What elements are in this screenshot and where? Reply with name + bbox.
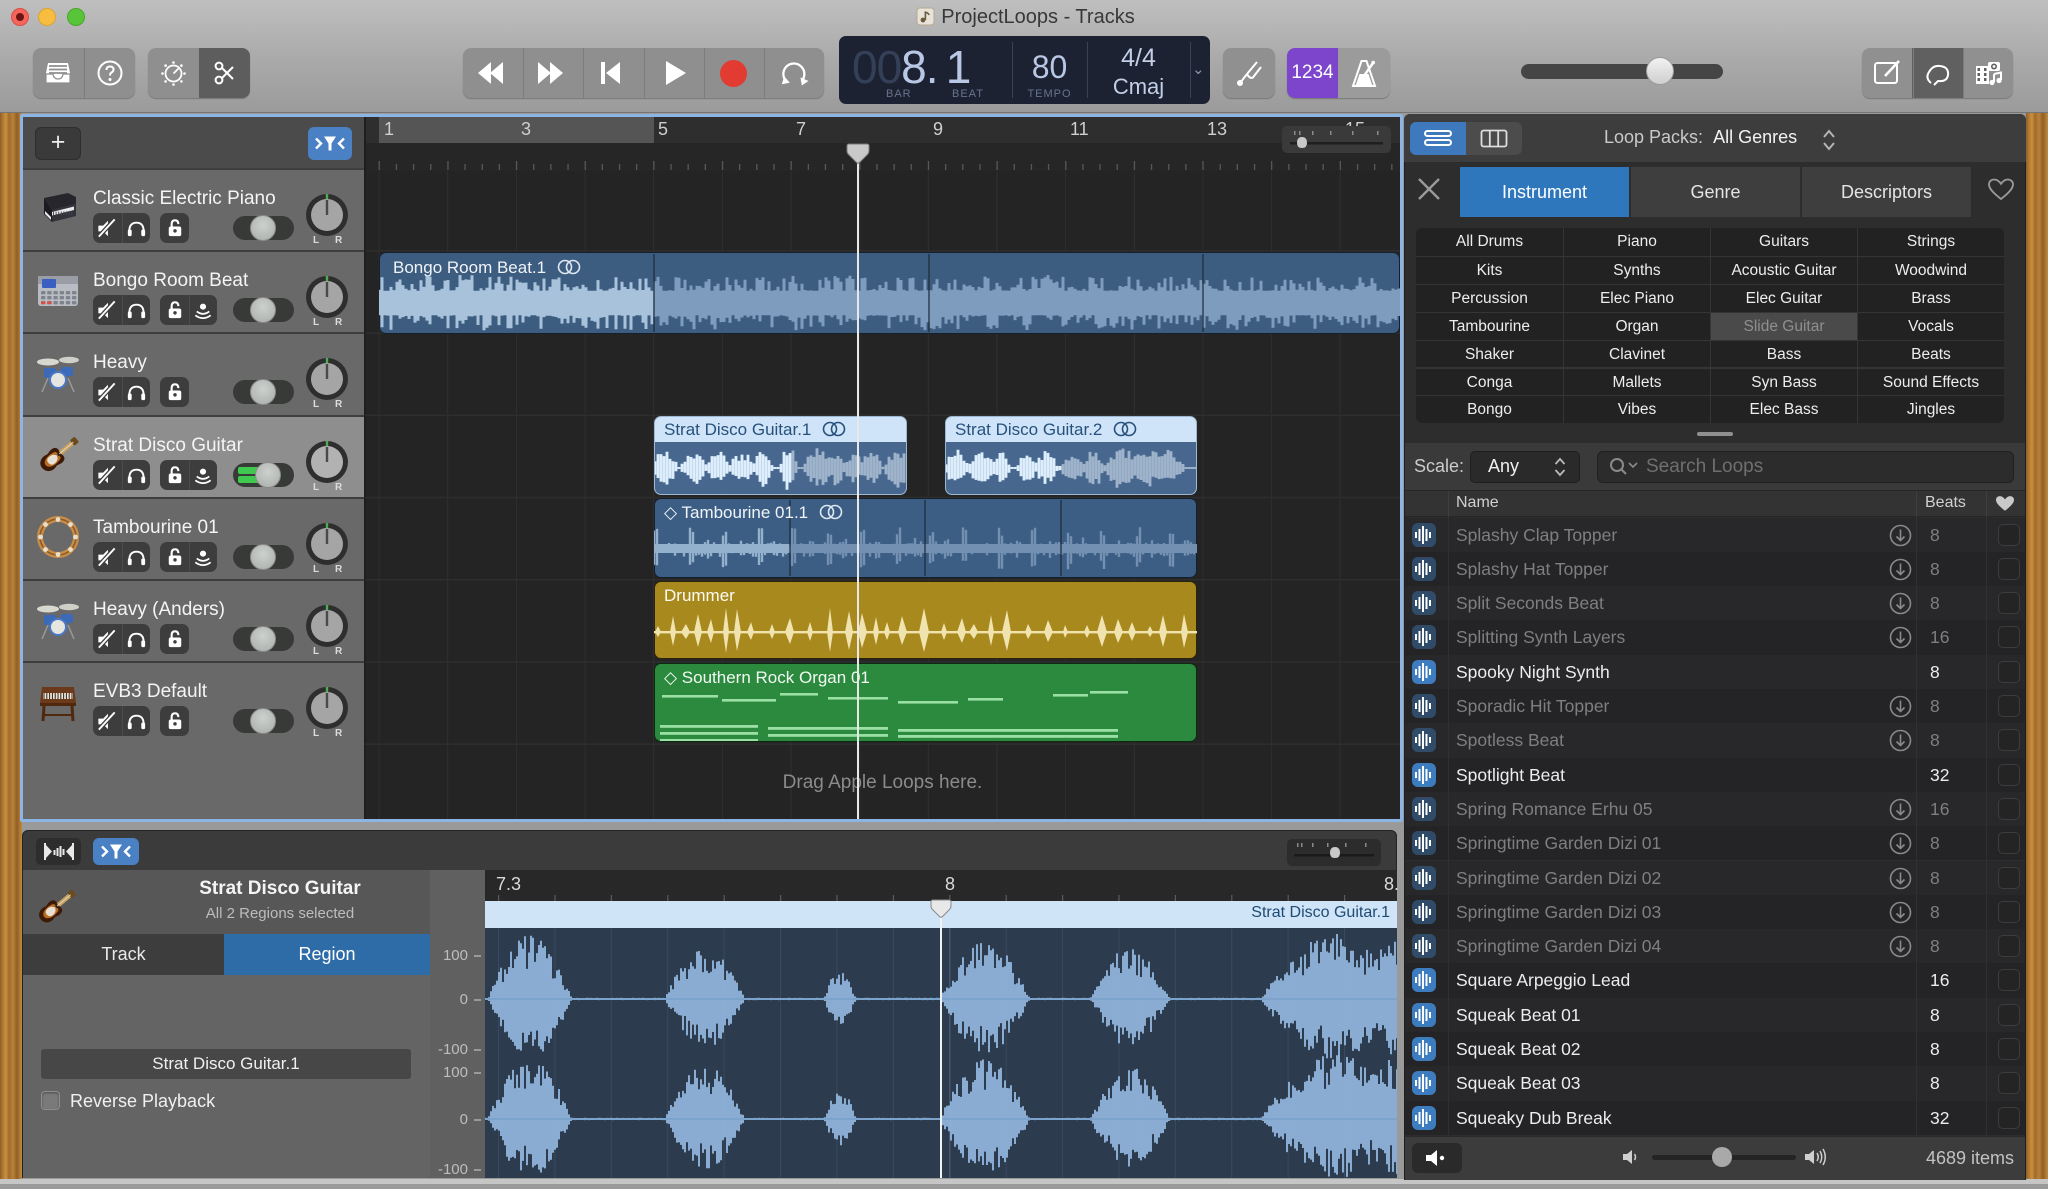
svg-text:L: L	[313, 235, 319, 244]
svg-text:L: L	[313, 317, 319, 326]
svg-text:R: R	[335, 728, 343, 737]
svg-text:R: R	[335, 317, 343, 326]
svg-text:R: R	[335, 564, 343, 573]
svg-text:L: L	[313, 482, 319, 491]
svg-text:R: R	[335, 482, 343, 491]
svg-text:L: L	[313, 646, 319, 655]
svg-text:R: R	[335, 399, 343, 408]
svg-text:L: L	[313, 728, 319, 737]
svg-text:R: R	[335, 235, 343, 244]
svg-text:L: L	[313, 399, 319, 408]
svg-text:L: L	[313, 564, 319, 573]
svg-text:R: R	[335, 646, 343, 655]
